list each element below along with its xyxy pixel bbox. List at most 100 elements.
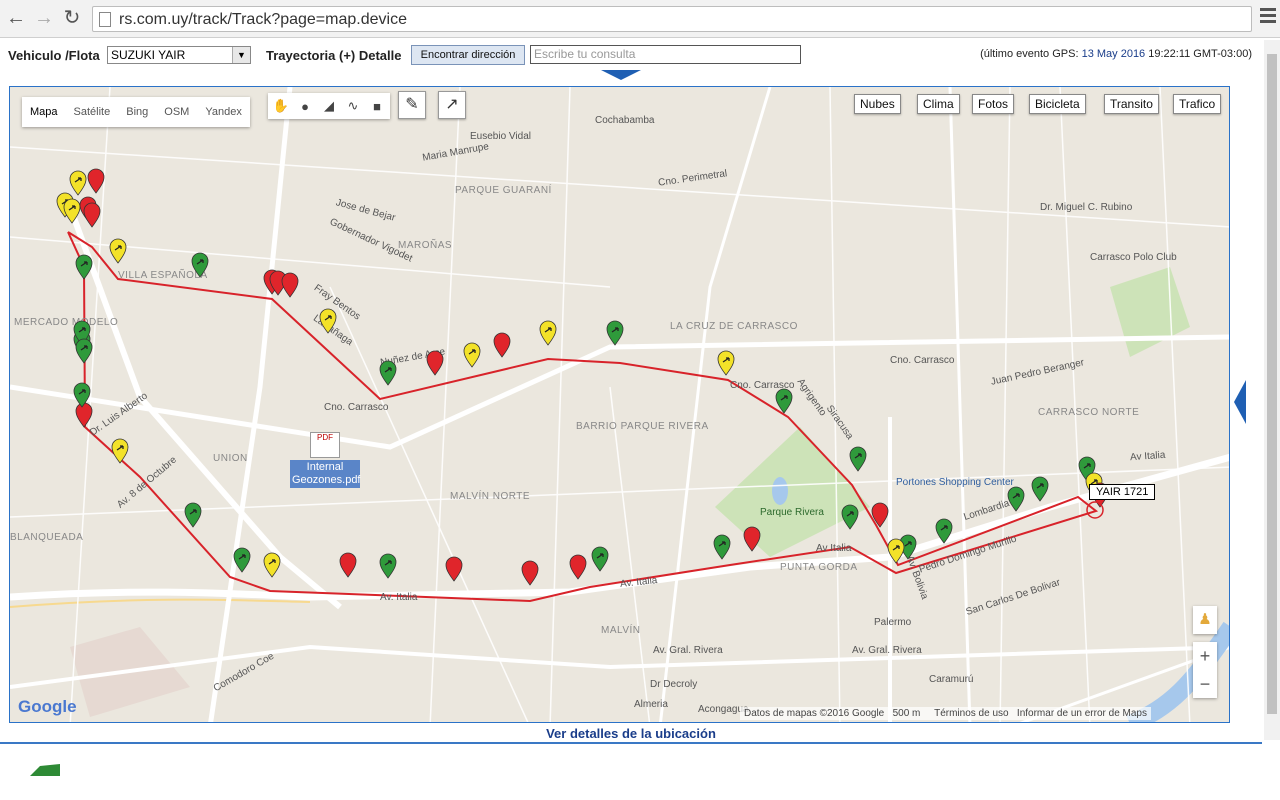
layer-transito-button[interactable]: Transito bbox=[1104, 94, 1159, 114]
vehicle-label: Vehiculo /Flota bbox=[8, 48, 100, 63]
zoom-out-button[interactable]: − bbox=[1193, 670, 1217, 698]
footer-divider bbox=[0, 742, 1262, 744]
route-marker-icon[interactable] bbox=[887, 538, 905, 564]
google-logo: Google bbox=[18, 697, 77, 716]
drawing-toolbar: ✋ ● ◢ ∿ ■ bbox=[268, 93, 390, 119]
route-marker-icon[interactable] bbox=[281, 272, 299, 298]
directions-icon[interactable]: ↗ bbox=[438, 91, 466, 119]
forward-icon[interactable]: → bbox=[32, 6, 56, 30]
route-marker-icon[interactable] bbox=[606, 320, 624, 346]
bottom-tab-graphic bbox=[0, 764, 60, 776]
route-marker-icon[interactable] bbox=[75, 338, 93, 364]
route-marker-icon[interactable] bbox=[1031, 476, 1049, 502]
terms-link[interactable]: Términos de uso bbox=[934, 708, 1008, 719]
route-marker-icon[interactable] bbox=[849, 446, 867, 472]
route-marker-icon[interactable] bbox=[521, 560, 539, 586]
map-type-satelite[interactable]: Satélite bbox=[66, 97, 119, 127]
find-address-button[interactable]: Encontrar dirección bbox=[411, 45, 525, 65]
map-type-osm[interactable]: OSM bbox=[156, 97, 197, 127]
attribution-text: Datos de mapas ©2016 Google bbox=[744, 708, 885, 719]
route-marker-icon[interactable] bbox=[841, 504, 859, 530]
street-view-pegman-icon[interactable]: ♟ bbox=[1193, 606, 1217, 634]
route-marker-icon[interactable] bbox=[1007, 486, 1025, 512]
layer-trafico-button[interactable]: Trafico bbox=[1173, 94, 1222, 114]
map-type-mapa[interactable]: Mapa bbox=[22, 97, 66, 127]
vehicle-select-value: SUZUKI YAIR bbox=[111, 48, 186, 62]
route-marker-icon[interactable] bbox=[75, 254, 93, 280]
route-marker-icon[interactable] bbox=[775, 388, 793, 414]
route-marker-icon[interactable] bbox=[379, 553, 397, 579]
pdf-label: Internal Geozones.pdf bbox=[290, 460, 361, 488]
broom-icon[interactable]: ✎ bbox=[398, 91, 426, 119]
route-marker-icon[interactable] bbox=[717, 350, 735, 376]
route-marker-icon[interactable] bbox=[426, 350, 444, 376]
layer-bicicleta-button[interactable]: Bicicleta bbox=[1029, 94, 1086, 114]
map-type-bing[interactable]: Bing bbox=[118, 97, 156, 127]
vehicle-select[interactable]: SUZUKI YAIR ▼ bbox=[107, 46, 251, 64]
layer-fotos-button[interactable]: Fotos bbox=[972, 94, 1015, 114]
side-panel-toggle[interactable] bbox=[1234, 380, 1246, 424]
route-marker-icon[interactable] bbox=[111, 438, 129, 464]
chevron-down-icon[interactable]: ▼ bbox=[232, 47, 250, 63]
route-marker-icon[interactable] bbox=[463, 342, 481, 368]
route-marker-icon[interactable] bbox=[445, 556, 463, 582]
url-text: rs.com.uy/track/Track?page=map.device bbox=[119, 11, 407, 28]
route-marker-icon[interactable] bbox=[87, 168, 105, 194]
route-marker-icon[interactable] bbox=[233, 547, 251, 573]
address-bar[interactable]: rs.com.uy/track/Track?page=map.device bbox=[92, 6, 1252, 32]
page-icon bbox=[99, 12, 111, 27]
map-attribution: Datos de mapas ©2016 Google 500 m Términ… bbox=[740, 707, 1151, 720]
map-type-yandex[interactable]: Yandex bbox=[197, 97, 250, 127]
hand-icon[interactable]: ✋ bbox=[272, 98, 290, 114]
gps-time: 19:22:11 GMT-03:00) bbox=[1148, 48, 1252, 60]
scale-text: 500 m bbox=[892, 708, 921, 719]
geozones-pdf-link[interactable]: PDF Internal Geozones.pdf bbox=[290, 432, 361, 492]
map-canvas[interactable]: Cochabamba Cno. Perimetral Eusebio Vidal… bbox=[9, 86, 1230, 723]
reload-icon[interactable]: ↻ bbox=[60, 6, 84, 30]
collapse-tab[interactable] bbox=[601, 70, 641, 80]
route-marker-icon[interactable] bbox=[935, 518, 953, 544]
zoom-control: + − bbox=[1193, 642, 1217, 698]
route-marker-icon[interactable] bbox=[591, 546, 609, 572]
page-scrollbar[interactable] bbox=[1264, 40, 1280, 740]
circle-icon[interactable]: ● bbox=[296, 99, 314, 114]
zoom-in-button[interactable]: + bbox=[1193, 642, 1217, 670]
map-type-selector: Mapa Satélite Bing OSM Yandex bbox=[22, 97, 250, 127]
route-marker-icon[interactable] bbox=[75, 402, 93, 428]
route-marker-icon[interactable] bbox=[743, 526, 761, 552]
browser-toolbar: ← → ↻ rs.com.uy/track/Track?page=map.dev… bbox=[0, 0, 1280, 38]
route-marker-icon[interactable] bbox=[191, 252, 209, 278]
location-details-link[interactable]: Ver detalles de la ubicación bbox=[0, 726, 1262, 741]
report-link[interactable]: Informar de un error de Maps bbox=[1017, 708, 1147, 719]
route-marker-icon[interactable] bbox=[339, 552, 357, 578]
markers-layer bbox=[56, 168, 1109, 586]
route-marker-icon[interactable] bbox=[713, 534, 731, 560]
trajectory-detail-link[interactable]: Trayectoria (+) Detalle bbox=[266, 48, 401, 63]
rectangle-icon[interactable]: ■ bbox=[368, 99, 386, 114]
gps-prefix: (último evento GPS: bbox=[980, 48, 1079, 60]
route-marker-icon[interactable] bbox=[184, 502, 202, 528]
scrollbar-thumb[interactable] bbox=[1267, 54, 1277, 714]
route-marker-icon[interactable] bbox=[263, 552, 281, 578]
route-marker-icon[interactable] bbox=[569, 554, 587, 580]
layer-nubes-button[interactable]: Nubes bbox=[854, 94, 901, 114]
route-marker-icon[interactable] bbox=[109, 238, 127, 264]
polyline-icon[interactable]: ∿ bbox=[344, 98, 362, 114]
polygon-icon[interactable]: ◢ bbox=[320, 98, 338, 114]
gps-date: 13 May 2016 bbox=[1081, 48, 1146, 60]
route-marker-icon[interactable] bbox=[539, 320, 557, 346]
route-marker-icon[interactable] bbox=[379, 360, 397, 386]
back-icon[interactable]: ← bbox=[4, 6, 28, 30]
query-input[interactable]: Escribe tu consulta bbox=[530, 45, 801, 64]
pdf-icon: PDF bbox=[310, 432, 340, 458]
current-position-icon[interactable] bbox=[1086, 501, 1104, 519]
menu-icon[interactable] bbox=[1260, 8, 1276, 26]
route-marker-icon[interactable] bbox=[319, 308, 337, 334]
route-marker-icon[interactable] bbox=[871, 502, 889, 528]
route-marker-icon[interactable] bbox=[63, 198, 81, 224]
route-marker-icon[interactable] bbox=[83, 202, 101, 228]
vehicle-map-label[interactable]: YAIR 1721 bbox=[1089, 484, 1156, 500]
layer-clima-button[interactable]: Clima bbox=[917, 94, 960, 114]
route-marker-icon[interactable] bbox=[69, 170, 87, 196]
route-marker-icon[interactable] bbox=[493, 332, 511, 358]
